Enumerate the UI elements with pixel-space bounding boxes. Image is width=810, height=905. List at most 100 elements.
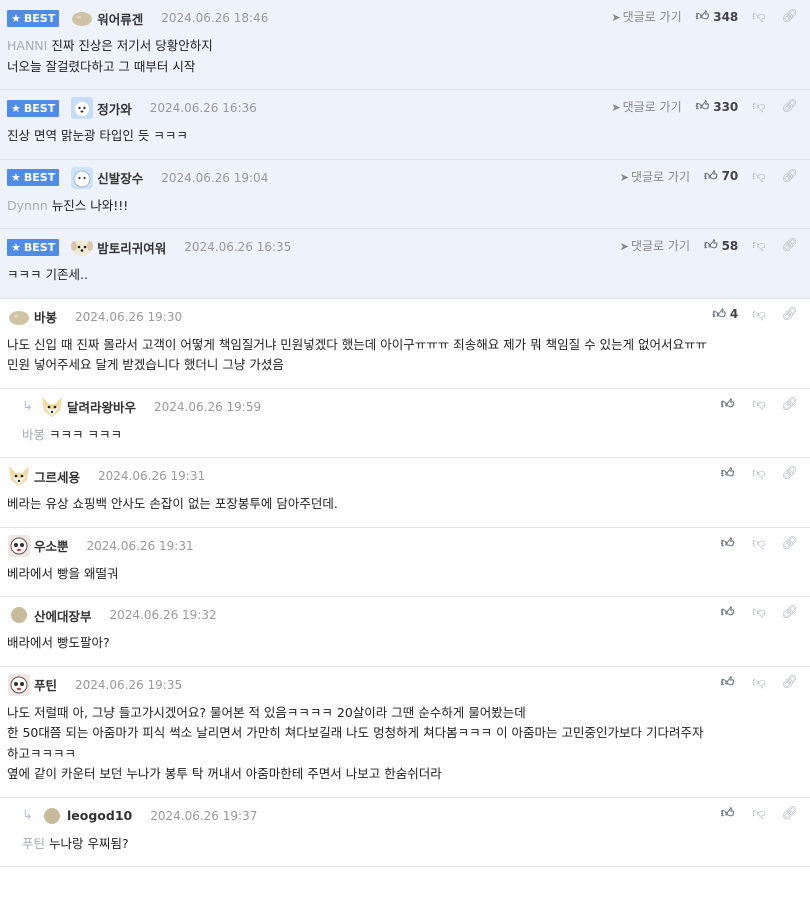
comment-text: 누나랑 우찌됨? (49, 835, 129, 851)
link-icon[interactable]: 🔗︎ (781, 9, 798, 24)
best-badge: ★ BEST (7, 169, 60, 186)
panda-avatar[interactable] (7, 673, 31, 697)
like-count: 4 (729, 307, 739, 321)
comment-actions: 👍︎ 👎︎ 🔗︎ (721, 605, 798, 620)
comment-body: 베라는 유상 쇼핑백 안사도 손잡이 없는 포장봉투에 담아주던데. (7, 494, 790, 527)
nickname[interactable]: 산에대장부 (34, 606, 92, 625)
thumbs-up-icon: 👍︎ (695, 9, 710, 24)
panda-avatar[interactable] (7, 534, 31, 558)
fox-avatar[interactable] (40, 395, 64, 419)
thumbs-down-icon[interactable]: 👎︎ (752, 605, 765, 620)
thumbs-down-icon[interactable]: 👎︎ (752, 536, 765, 551)
comment-date: 2024.06.26 16:36 (149, 101, 257, 115)
link-icon[interactable]: 🔗︎ (781, 466, 798, 481)
nickname[interactable]: 밤토리귀여워 (97, 238, 166, 257)
goto-comment-link[interactable]: ➤ 댓글로 가기 (620, 168, 690, 185)
like-button[interactable]: 👍︎ 58 (704, 238, 738, 253)
comment-text: 너오늘 잘걸렸다하고 그 때부터 시작 (7, 58, 196, 74)
thumbs-down-icon[interactable]: 👎︎ (752, 99, 765, 114)
puppy-avatar[interactable] (70, 235, 94, 259)
blob-avatar[interactable] (70, 6, 94, 30)
link-icon[interactable]: 🔗︎ (781, 397, 798, 412)
thumbs-down-icon[interactable]: 👎︎ (752, 9, 765, 24)
nickname[interactable]: 정가와 (97, 99, 132, 118)
comment-header: 그르세용 2024.06.26 19:31 (7, 458, 790, 494)
fox-avatar[interactable] (7, 464, 31, 488)
comment-line: 나도 신입 때 진짜 몰라서 고객이 어떻게 책임질거냐 민원넣겠다 했는데 아… (7, 335, 790, 356)
dog-avatar[interactable] (70, 96, 94, 120)
mention-tag[interactable]: 푸틴 (22, 836, 45, 851)
nickname[interactable]: 푸틴 (34, 675, 57, 694)
like-button[interactable]: 👍︎ 348 (696, 9, 739, 24)
comment-actions: ➤ 댓글로 가기 👍︎ 70 👎︎ 🔗︎ (620, 168, 798, 185)
mention-tag[interactable]: HANNI (7, 38, 47, 53)
thumbs-down-icon[interactable]: 👎︎ (752, 806, 765, 821)
comment-line: 한 50대쯤 되는 아줌마가 피식 썩소 날리면서 가만히 쳐다보길래 나도 멍… (7, 723, 790, 744)
like-button[interactable]: 👍︎ (721, 536, 739, 551)
nickname[interactable]: leogod10 (67, 808, 132, 823)
mention-tag[interactable]: Dynnn (7, 198, 48, 213)
best-label: BEST (23, 101, 56, 115)
comment-text: 나도 저럴때 아, 그냥 들고가시겠어요? 물어본 적 있음ㅋㅋㅋㅋ 20살이라… (7, 704, 526, 720)
comment-actions: ➤ 댓글로 가기 👍︎ 58 👎︎ 🔗︎ (620, 237, 798, 254)
thumbs-up-icon: 👍︎ (720, 396, 735, 412)
nickname[interactable]: 달려라왕바우 (67, 397, 136, 416)
like-count: 70 (721, 169, 739, 183)
comment-actions: 👍︎ 👎︎ 🔗︎ (721, 675, 798, 690)
comment-header: 푸틴 2024.06.26 19:35 (7, 667, 790, 703)
link-icon[interactable]: 🔗︎ (781, 605, 798, 620)
nickname[interactable]: 우소뿐 (34, 536, 69, 555)
goto-comment-link[interactable]: ➤ 댓글로 가기 (611, 98, 681, 115)
nickname[interactable]: 그르세용 (34, 467, 80, 486)
goto-comment-link[interactable]: ➤ 댓글로 가기 (620, 237, 690, 254)
link-icon[interactable]: 🔗︎ (781, 675, 798, 690)
like-button[interactable]: 👍︎ (721, 675, 739, 690)
comment-item: 그르세용 2024.06.26 19:31 👍︎ 👎︎ 🔗︎ 베라는 유상 쇼핑백 안사도… (0, 458, 810, 528)
like-button[interactable]: 👍︎ 330 (696, 99, 739, 114)
link-icon[interactable]: 🔗︎ (781, 806, 798, 821)
nickname[interactable]: 신발장수 (97, 168, 143, 187)
comment-body: 베라에서 빵을 왜떨궈 (7, 564, 790, 597)
comment-header: 바봉 2024.06.26 19:30 (7, 299, 790, 335)
like-button[interactable]: 👍︎ (721, 397, 739, 412)
link-icon[interactable]: 🔗︎ (781, 169, 798, 184)
thumbs-down-icon[interactable]: 👎︎ (752, 466, 765, 481)
thumbs-up-icon: 👍︎ (720, 805, 735, 821)
blob-avatar[interactable] (7, 305, 31, 329)
like-button[interactable]: 👍︎ (721, 466, 739, 481)
like-button[interactable]: 👍︎ (721, 605, 739, 620)
comment-item: ★ BEST 정가와 2024.06.26 16:36 ➤ 댓글로 가기 👍︎ 330 👎︎ 🔗︎… (0, 90, 810, 160)
thumbs-down-icon[interactable]: 👎︎ (752, 169, 765, 184)
reply-item: ↳ 달려라왕바우 2024.06.26 19:59 👍︎ 👎︎ 🔗︎ 바봉 ㅋㅋㅋ ㅋㅋㅋ (0, 389, 810, 458)
send-icon: ➤ (619, 240, 629, 253)
comment-body: 푸틴 누나랑 우찌됨? (22, 834, 790, 867)
comment-text: 나도 신입 때 진짜 몰라서 고객이 어떻게 책임질거냐 민원넣겠다 했는데 아… (7, 336, 708, 352)
link-icon[interactable]: 🔗︎ (781, 99, 798, 114)
nickname[interactable]: 워어류겐 (97, 9, 143, 28)
like-button[interactable]: 👍︎ 70 (704, 169, 738, 184)
comment-date: 2024.06.26 19:30 (75, 309, 183, 324)
comment-item: 산에대장부 2024.06.26 19:32 👍︎ 👎︎ 🔗︎ 배라에서 빵도팔아? (0, 597, 810, 667)
thumbs-up-icon: 👍︎ (695, 99, 710, 114)
thumbs-down-icon[interactable]: 👎︎ (752, 397, 765, 412)
thumbs-down-icon[interactable]: 👎︎ (752, 675, 765, 690)
round-avatar[interactable] (7, 603, 31, 627)
link-icon[interactable]: 🔗︎ (781, 536, 798, 551)
like-button[interactable]: 👍︎ 4 (712, 307, 738, 322)
mention-tag[interactable]: 바봉 (22, 427, 45, 442)
thumbs-down-icon[interactable]: 👎︎ (752, 238, 765, 253)
thumbs-up-icon: 👍︎ (703, 238, 718, 253)
comment-date: 2024.06.26 19:37 (150, 808, 258, 823)
like-button[interactable]: 👍︎ (721, 806, 739, 821)
comment-body: 바봉 ㅋㅋㅋ ㅋㅋㅋ (22, 425, 790, 458)
bear-avatar[interactable] (70, 166, 94, 190)
link-icon[interactable]: 🔗︎ (781, 307, 798, 322)
comment-text: 하고ㅋㅋㅋㅋ (7, 745, 77, 761)
thumbs-up-icon: 👍︎ (720, 674, 735, 690)
goto-comment-link[interactable]: ➤ 댓글로 가기 (611, 8, 681, 25)
round-avatar[interactable] (40, 804, 64, 828)
comment-item: ★ BEST 워어류겐 2024.06.26 18:46 ➤ 댓글로 가기 👍︎ 348 👎︎ 🔗… (0, 0, 810, 90)
nickname[interactable]: 바봉 (34, 307, 57, 326)
link-icon[interactable]: 🔗︎ (781, 238, 798, 253)
thumbs-down-icon[interactable]: 👎︎ (752, 307, 765, 322)
